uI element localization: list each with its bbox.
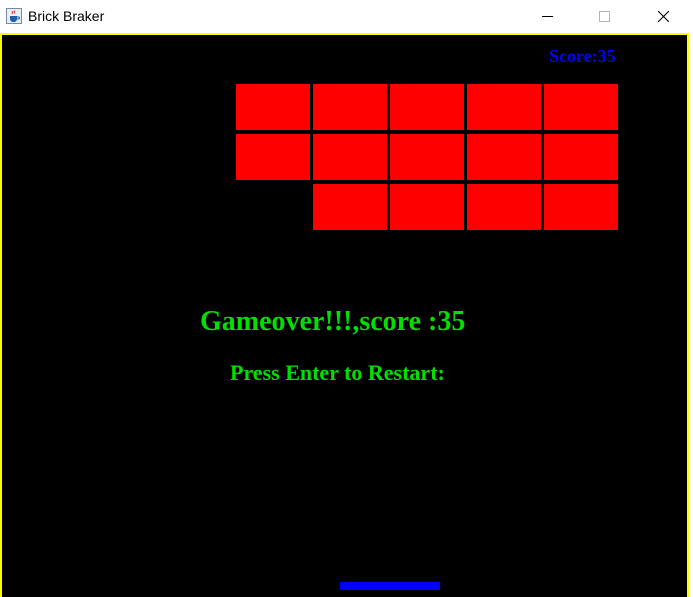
brick <box>467 184 541 230</box>
brick <box>236 134 310 180</box>
maximize-icon <box>599 11 610 22</box>
brick <box>390 184 464 230</box>
minimize-icon <box>542 16 553 17</box>
brick <box>390 134 464 180</box>
close-button[interactable] <box>640 0 686 33</box>
title-bar[interactable]: Brick Braker <box>0 0 693 33</box>
paddle <box>340 582 440 590</box>
maximize-button[interactable] <box>581 0 627 33</box>
brick <box>313 84 387 130</box>
java-cup-icon <box>6 8 22 24</box>
brick <box>390 84 464 130</box>
brick <box>544 184 618 230</box>
minimize-button[interactable] <box>524 0 570 33</box>
brick <box>544 84 618 130</box>
brick <box>236 84 310 130</box>
brick <box>313 134 387 180</box>
close-icon <box>658 11 669 22</box>
gameover-message: Gameover!!!,score :35 <box>200 306 466 337</box>
brick <box>544 134 618 180</box>
brick <box>313 184 387 230</box>
window-title: Brick Braker <box>28 8 105 24</box>
restart-prompt: Press Enter to Restart: <box>230 360 445 385</box>
game-window: Brick Braker Score:35 Gameover!!!,score … <box>0 0 693 597</box>
brick <box>467 134 541 180</box>
brick <box>467 84 541 130</box>
score-label: Score:35 <box>549 46 616 66</box>
